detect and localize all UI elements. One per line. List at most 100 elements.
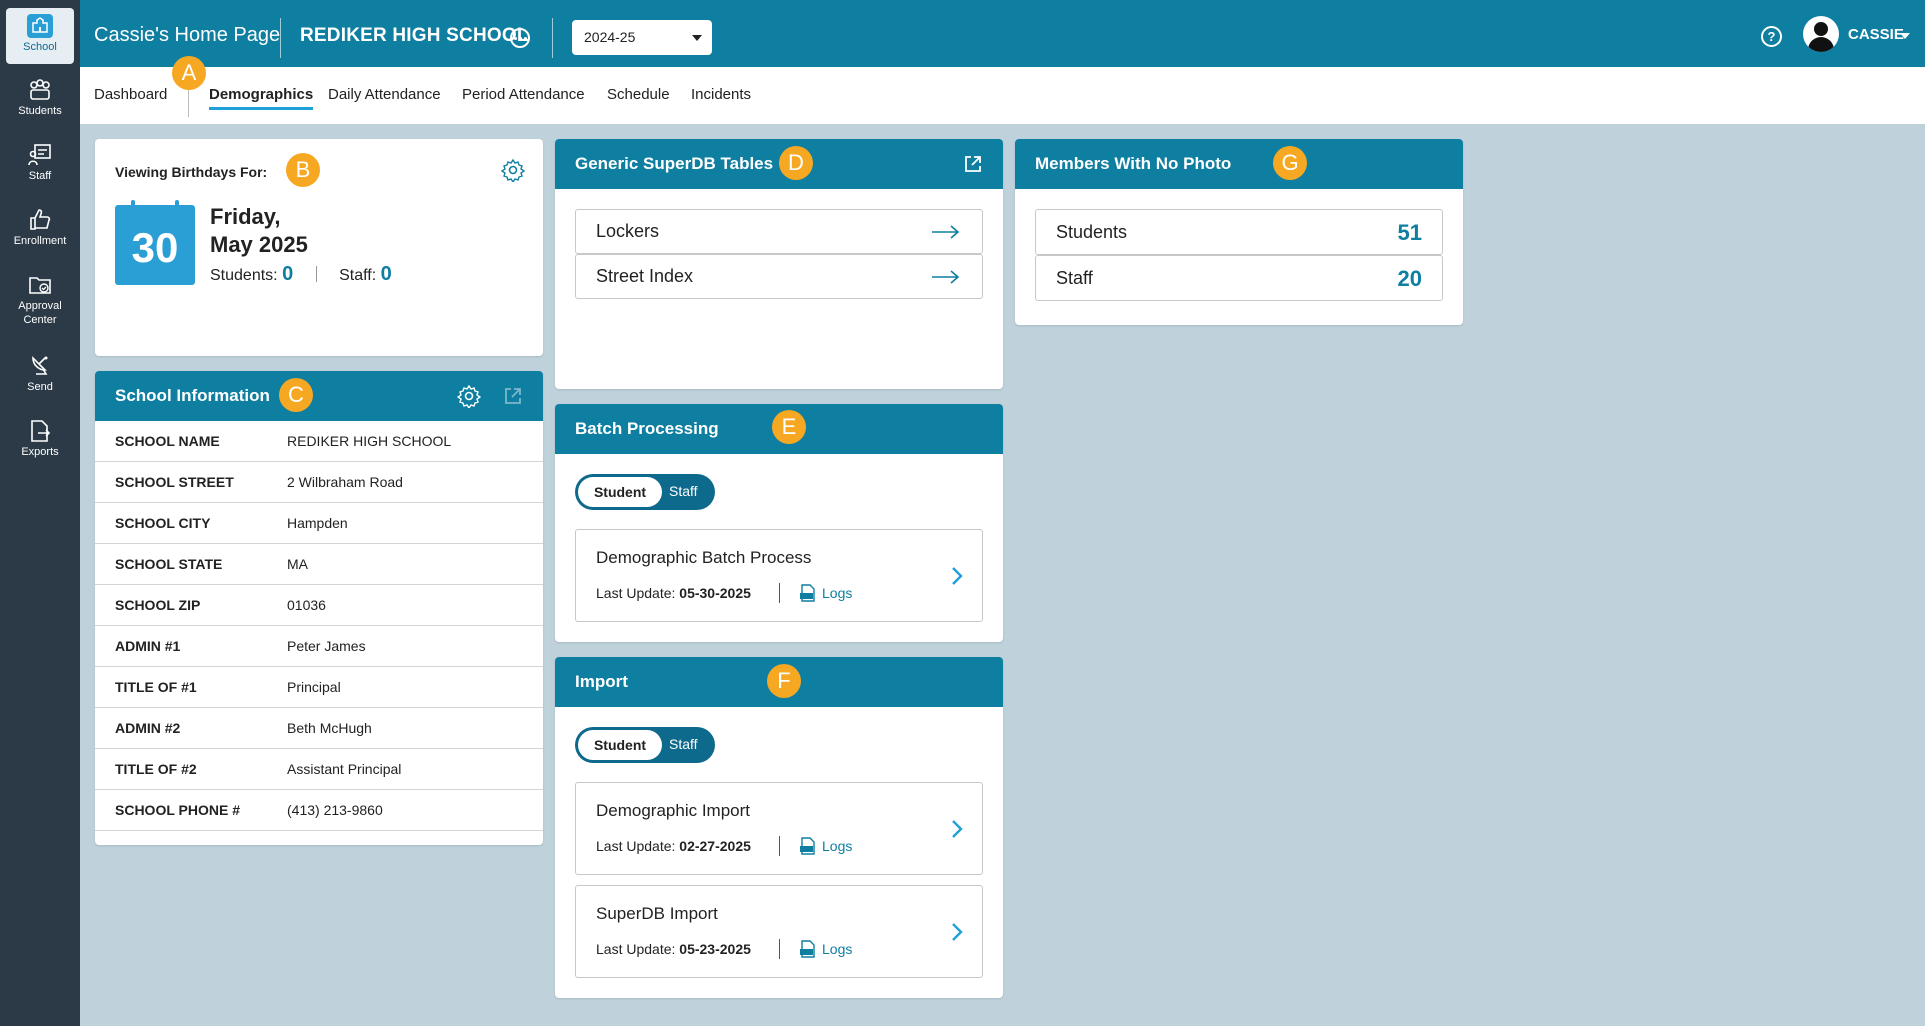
- tab-incidents[interactable]: Incidents: [691, 86, 751, 103]
- row-key: TITLE OF #1: [115, 679, 197, 695]
- table-row: SCHOOL STATE MA: [95, 544, 543, 585]
- superdb-tables-card: Generic SuperDB Tables Lockers Street In…: [555, 139, 1003, 389]
- row-value: Hampden: [287, 515, 348, 531]
- home-page-title[interactable]: Cassie's Home Page: [94, 24, 280, 47]
- members-staff-row[interactable]: Staff 20: [1035, 255, 1443, 301]
- staff-birthday-count[interactable]: 0: [381, 263, 392, 285]
- row-value: Beth McHugh: [287, 720, 372, 736]
- student-staff-toggle[interactable]: Student Staff: [575, 474, 715, 510]
- chevron-right-icon: [952, 567, 963, 585]
- card-header: School Information: [95, 371, 543, 421]
- toggle-student[interactable]: Student: [578, 730, 662, 760]
- sidebar-item-exports[interactable]: Exports: [0, 419, 80, 459]
- log-file-icon: [800, 940, 815, 958]
- sidebar-item-label-line2: Center: [23, 314, 57, 326]
- sidebar-item-label: Students: [18, 105, 62, 117]
- sidebar-item-school[interactable]: School: [6, 8, 74, 64]
- avatar[interactable]: [1803, 16, 1839, 52]
- superdb-import[interactable]: SuperDB Import Last Update: 05-23-2025 L…: [575, 885, 983, 978]
- school-year-select[interactable]: 2024-25: [572, 20, 712, 55]
- logs-link[interactable]: Logs: [822, 585, 852, 601]
- annotation-badge-g: G: [1273, 146, 1307, 180]
- student-staff-toggle[interactable]: Student Staff: [575, 727, 715, 763]
- school-name[interactable]: REDIKER HIGH SCHOOL: [300, 25, 529, 47]
- table-row: TITLE OF #1 Principal: [95, 667, 543, 708]
- students-icon: [30, 79, 50, 100]
- tab-daily-attendance[interactable]: Daily Attendance: [328, 86, 441, 103]
- tab-period-attendance[interactable]: Period Attendance: [462, 86, 585, 103]
- gear-icon[interactable]: [501, 158, 525, 182]
- tab-schedule[interactable]: Schedule: [607, 86, 670, 103]
- more-options-icon[interactable]: [510, 28, 530, 48]
- tab-demographics[interactable]: Demographics: [209, 86, 314, 110]
- calendar-day-number: 30: [131, 224, 179, 271]
- toggle-staff[interactable]: Staff: [669, 483, 698, 499]
- sidebar-item-approval-center[interactable]: Approval Center: [0, 273, 80, 327]
- table-row: ADMIN #2 Beth McHugh: [95, 708, 543, 749]
- table-row: SCHOOL ZIP 01036: [95, 585, 543, 626]
- gear-icon[interactable]: [457, 384, 481, 408]
- row-key: ADMIN #1: [115, 638, 181, 654]
- card-title: School Information: [115, 386, 270, 405]
- school-icon: [27, 14, 53, 38]
- annotation-badge-c: C: [279, 378, 313, 412]
- external-link-icon[interactable]: [503, 386, 523, 406]
- process-title: Demographic Batch Process: [596, 548, 812, 567]
- members-count[interactable]: 51: [1398, 220, 1422, 246]
- sidebar-item-students[interactable]: Students: [0, 78, 80, 118]
- export-file-icon: [31, 420, 51, 442]
- table-row: ADMIN #1 Peter James: [95, 626, 543, 667]
- top-bar: Cassie's Home Page REDIKER HIGH SCHOOL 2…: [80, 0, 1925, 67]
- log-file-icon: [800, 837, 815, 855]
- sidebar-item-label: Send: [27, 381, 53, 393]
- import-card: Import Student Staff Demographic Import …: [555, 657, 1003, 998]
- tab-dashboard[interactable]: Dashboard: [94, 86, 167, 103]
- logs-link[interactable]: Logs: [822, 838, 852, 854]
- annotation-badge-b: B: [286, 153, 320, 187]
- card-title: Batch Processing: [575, 419, 719, 438]
- chevron-right-icon: [952, 820, 963, 838]
- school-info-table: SCHOOL NAME REDIKER HIGH SCHOOL SCHOOL ST…: [95, 421, 543, 831]
- last-update-date: 05-23-2025: [679, 941, 751, 957]
- logs-link[interactable]: Logs: [822, 941, 852, 957]
- row-value: 01036: [287, 597, 326, 613]
- sidebar-item-staff[interactable]: Staff: [0, 143, 80, 183]
- students-label: Students:: [210, 267, 278, 284]
- members-count[interactable]: 20: [1398, 266, 1422, 292]
- sidebar-item-label: Enrollment: [13, 235, 67, 247]
- help-icon[interactable]: ?: [1761, 26, 1782, 47]
- birthday-weekday: Friday,: [210, 204, 281, 229]
- toggle-student[interactable]: Student: [578, 477, 662, 507]
- chevron-down-icon[interactable]: [1900, 33, 1910, 39]
- last-update-date: 05-30-2025: [679, 585, 751, 601]
- staff-icon: [28, 144, 51, 166]
- sidebar-item-label: Staff: [28, 170, 52, 182]
- last-update: Last Update: 05-30-2025: [596, 585, 751, 601]
- log-file-icon: [800, 584, 815, 602]
- birthday-counts: Students: 0 Staff: 0: [210, 263, 392, 286]
- user-name[interactable]: CASSIE: [1848, 26, 1904, 43]
- birthdays-title: Viewing Birthdays For:: [115, 164, 268, 180]
- row-key: SCHOOL STREET: [115, 474, 234, 490]
- link-street-index[interactable]: Street Index: [575, 254, 983, 299]
- row-value: MA: [287, 556, 308, 572]
- link-lockers[interactable]: Lockers: [575, 209, 983, 254]
- last-update-date: 02-27-2025: [679, 838, 751, 854]
- members-label: Students: [1056, 222, 1128, 242]
- students-birthday-count[interactable]: 0: [282, 263, 293, 285]
- demographic-batch-process[interactable]: Demographic Batch Process Last Update: 0…: [575, 529, 983, 622]
- row-key: ADMIN #2: [115, 720, 181, 736]
- demographic-import[interactable]: Demographic Import Last Update: 02-27-20…: [575, 782, 983, 875]
- toggle-staff[interactable]: Staff: [669, 736, 698, 752]
- row-value: REDIKER HIGH SCHOOL: [287, 433, 452, 449]
- last-update: Last Update: 02-27-2025: [596, 838, 751, 854]
- external-link-icon[interactable]: [963, 154, 983, 174]
- annotation-badge-f: F: [767, 664, 801, 698]
- members-students-row[interactable]: Students 51: [1035, 209, 1443, 255]
- sidebar-item-send[interactable]: Send: [0, 354, 80, 394]
- row-key: SCHOOL NAME: [115, 433, 220, 449]
- satellite-icon: [32, 356, 48, 375]
- link-label: Street Index: [596, 266, 694, 286]
- process-title: SuperDB Import: [596, 904, 718, 923]
- sidebar-item-enrollment[interactable]: Enrollment: [0, 208, 80, 248]
